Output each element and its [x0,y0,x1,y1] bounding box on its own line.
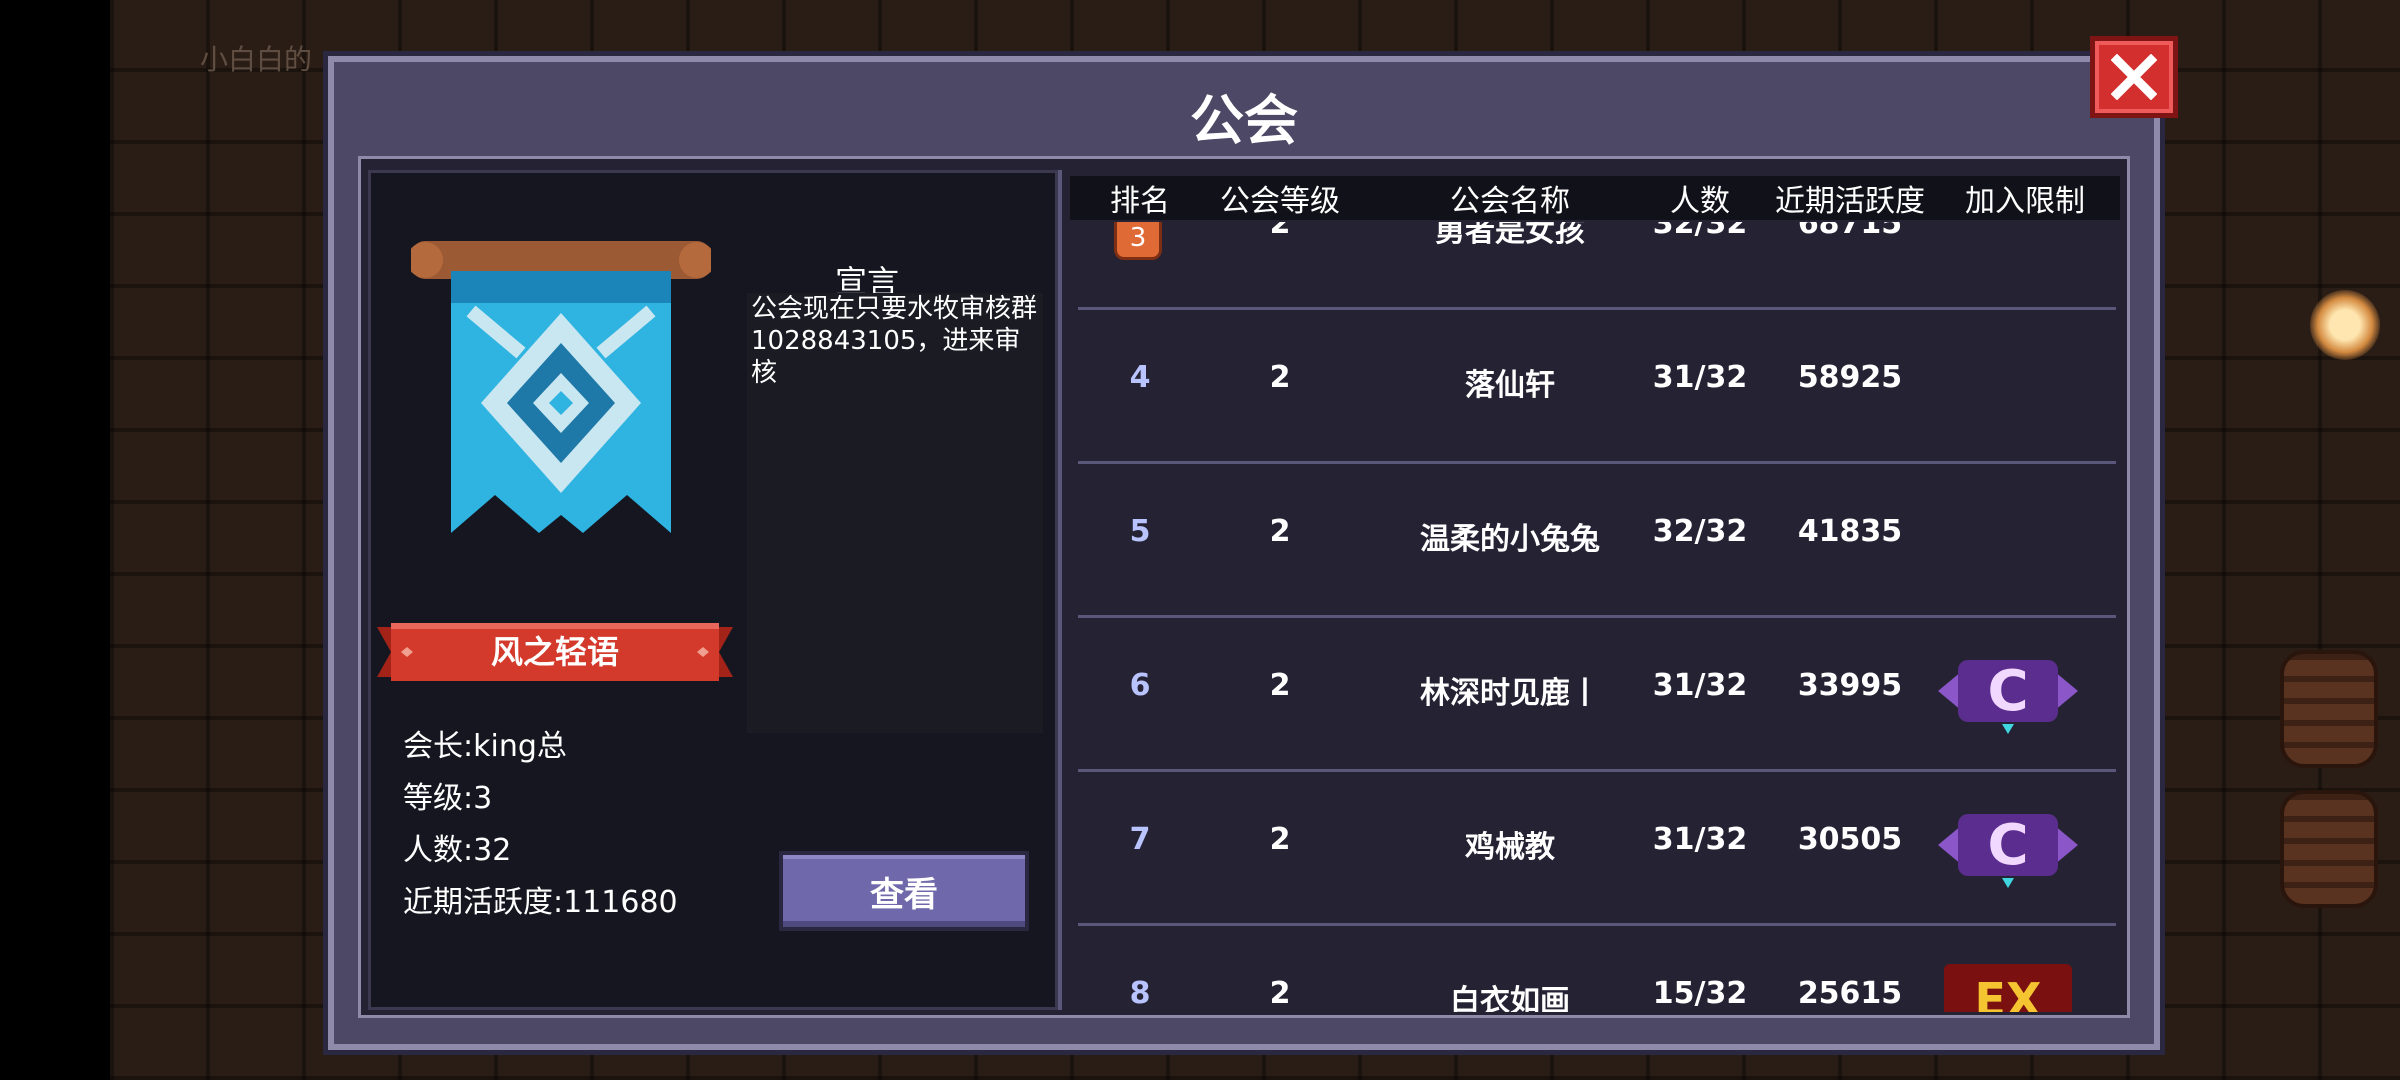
watermark-text: 小白白的 [200,43,313,76]
panel-title: 公会 [1190,89,1298,152]
guild-info-pane: 宣言 公会现在只要水牧审核群1028843105，进来审核 风之轻语 会长:ki… [368,170,1058,1010]
restriction-letter: EX [1975,973,2042,1012]
join-restriction-c-icon: C [1938,659,2078,734]
barrel-prop [2280,650,2378,768]
restriction-letter: C [1987,659,2028,724]
row-level: 2 [1269,514,1291,549]
declaration-text: 公会现在只要水牧审核群1028843105，进来审核 [747,293,1043,733]
row-members: 31/32 [1652,360,1748,395]
row-members: 31/32 [1652,668,1748,703]
row-level: 2 [1269,360,1291,395]
view-button[interactable]: 查看 [779,851,1029,931]
guild-members: 人数:32 [403,833,512,868]
row-rank: 6 [1129,668,1151,703]
row-activity: 25615 [1797,976,1903,1011]
row-rank: 7 [1129,822,1151,857]
row-name: 温柔的小兔兔 [1420,522,1600,557]
guild-leader: 会长:king总 [403,729,567,764]
close-button[interactable] [2090,36,2178,118]
table-row[interactable]: 6 2 林深时见鹿丨 31/32 33995 C [1070,618,2120,772]
restriction-letter: C [1987,813,2028,878]
join-restriction-c-icon: C [1938,813,2078,888]
row-members: 32/32 [1652,222,1748,241]
row-activity: 68715 [1797,222,1903,241]
guild-level: 等级:3 [403,781,493,816]
row-rank: 4 [1129,360,1151,395]
table-row[interactable]: 4 2 落仙轩 31/32 58925 [1070,310,2120,464]
header-level: 公会等级 [1220,184,1340,219]
barrel-prop [2280,790,2378,908]
row-activity: 33995 [1797,668,1903,703]
header-activity: 近期活跃度 [1775,184,1925,219]
row-members: 15/32 [1652,976,1748,1011]
header-restriction: 加入限制 [1965,184,2085,219]
row-members: 32/32 [1652,514,1748,549]
guild-name-ribbon: 风之轻语 [377,619,733,685]
row-rank: 5 [1129,514,1151,549]
lamp-prop [2310,290,2380,360]
guild-name: 风之轻语 [490,633,619,671]
row-name: 落仙轩 [1465,368,1555,403]
table-row[interactable]: 3 2 勇者是女孩 32/32 68715 [1070,222,2120,310]
table-row[interactable]: 5 2 温柔的小兔兔 32/32 41835 [1070,464,2120,618]
row-level: 2 [1269,668,1291,703]
row-name: 林深时见鹿丨 [1420,676,1600,711]
header-members: 人数 [1670,184,1730,219]
row-activity: 58925 [1797,360,1903,395]
guild-banner-icon [411,241,711,533]
join-restriction-ex-icon: EX [1944,964,2072,1012]
close-icon [2111,54,2157,100]
row-activity: 41835 [1797,514,1903,549]
row-members: 31/32 [1652,822,1748,857]
row-name: 白衣如画 [1450,984,1570,1012]
table-row[interactable]: 8 2 白衣如画 15/32 25615 EX [1070,926,2120,1012]
row-name: 鸡械教 [1465,830,1555,865]
table-row[interactable]: 7 2 鸡械教 31/32 30505 C [1070,772,2120,926]
row-level: 2 [1269,822,1291,857]
row-level: 2 [1269,976,1291,1011]
row-rank: 8 [1129,976,1151,1011]
header-rank: 排名 [1110,184,1170,219]
row-level: 2 [1269,222,1291,241]
pane-divider [1058,170,1062,1010]
header-name: 公会名称 [1450,184,1570,219]
table-header: 排名 公会等级 公会名称 人数 近期活跃度 加入限制 [1070,176,2120,220]
row-activity: 30505 [1797,822,1903,857]
guild-activity: 近期活跃度:111680 [403,885,678,920]
row-name: 勇者是女孩 [1435,222,1585,249]
guild-list[interactable]: 3 2 勇者是女孩 32/32 68715 4 2 落仙轩 31/32 5892… [1070,222,2120,1012]
rank-badge-icon: 3 [1114,222,1162,260]
